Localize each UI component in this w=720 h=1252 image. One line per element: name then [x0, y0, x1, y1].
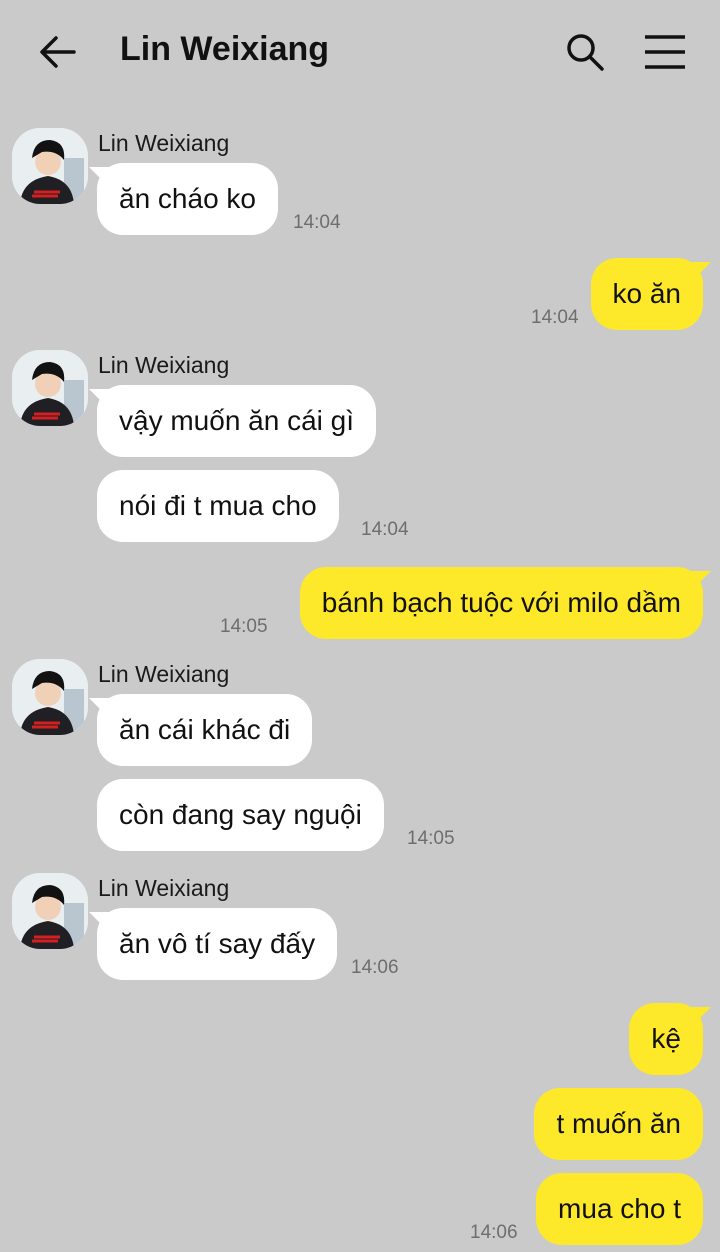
avatar[interactable] [12, 873, 88, 949]
message-bubble[interactable]: ăn cháo ko [97, 163, 278, 235]
message-text: ko ăn [612, 278, 682, 309]
message-bubble[interactable]: mua cho t [536, 1173, 703, 1245]
message-time: 14:04 [531, 307, 579, 328]
message-bubble[interactable]: t muốn ăn [534, 1088, 703, 1160]
avatar-photo [12, 350, 88, 426]
menu-icon [645, 35, 685, 69]
message-time: 14:05 [407, 828, 455, 849]
message-text: ăn vô tí say đấy [119, 928, 316, 959]
message-text: ăn cái khác đi [119, 714, 291, 745]
search-button[interactable] [565, 32, 605, 72]
message-time: 14:05 [220, 616, 268, 637]
avatar-photo [12, 659, 88, 735]
message-bubble[interactable]: nói đi t mua cho [97, 470, 339, 542]
message-bubble[interactable]: bánh bạch tuộc với milo dầm [299, 567, 703, 639]
message-text: t muốn ăn [556, 1108, 681, 1139]
avatar[interactable] [12, 659, 88, 735]
avatar-photo [12, 128, 88, 204]
message-bubble[interactable]: còn đang say nguội [97, 779, 384, 851]
message-text: mua cho t [558, 1193, 681, 1224]
back-arrow-icon [40, 36, 76, 68]
message-text: bánh bạch tuộc với milo dầm [321, 587, 681, 618]
message-time: 14:04 [361, 519, 409, 540]
message-text: kệ [651, 1023, 681, 1054]
avatar[interactable] [12, 350, 88, 426]
message-time: 14:04 [293, 212, 341, 233]
message-bubble[interactable]: vậy muốn ăn cái gì [97, 385, 377, 457]
message-bubble[interactable]: kệ [629, 1003, 703, 1075]
sender-name: Lin Weixiang [98, 661, 230, 687]
avatar[interactable] [12, 128, 88, 204]
back-button[interactable] [38, 32, 78, 72]
sender-name: Lin Weixiang [98, 352, 230, 378]
menu-button[interactable] [643, 34, 687, 70]
avatar-photo [12, 873, 88, 949]
sender-name: Lin Weixiang [98, 875, 230, 901]
message-bubble[interactable]: ăn vô tí say đấy [97, 908, 338, 980]
message-text: ăn cháo ko [119, 183, 256, 214]
message-bubble[interactable]: ko ăn [590, 258, 703, 330]
message-text: vậy muốn ăn cái gì [119, 405, 355, 436]
message-time: 14:06 [351, 957, 399, 978]
message-text: còn đang say nguội [119, 799, 362, 830]
search-icon [567, 34, 604, 71]
message-bubble[interactable]: ăn cái khác đi [97, 694, 313, 766]
sender-name: Lin Weixiang [98, 130, 230, 156]
chat-title: Lin Weixiang [120, 30, 330, 68]
chat-header: Lin Weixiang [0, 0, 720, 105]
message-time: 14:06 [470, 1222, 518, 1243]
message-text: nói đi t mua cho [119, 490, 317, 521]
